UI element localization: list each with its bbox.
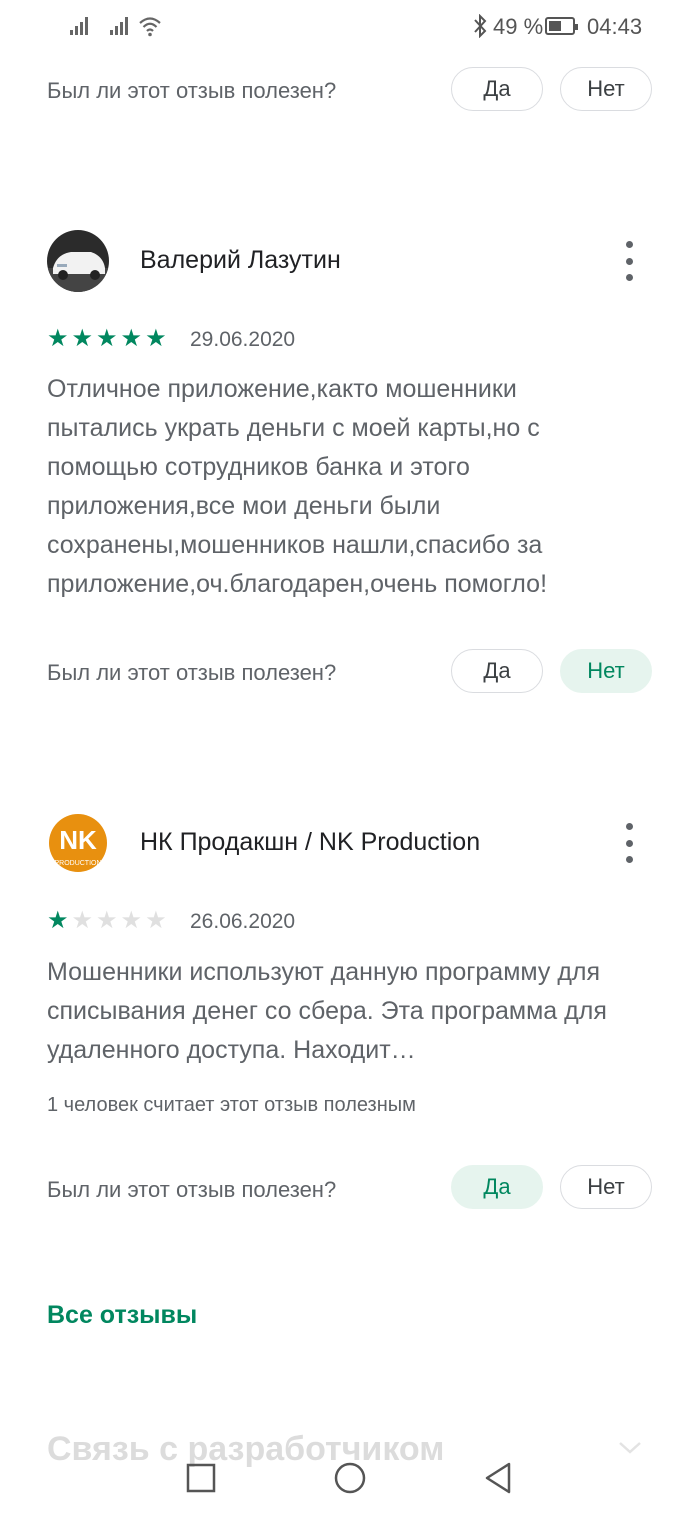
star-icon: ★ [145, 907, 167, 934]
star-icon: ★ [71, 907, 94, 934]
review-text[interactable]: Мошенники используют данную программу дл… [47, 953, 647, 1070]
helpful-question: Был ли этот отзыв полезен? [47, 1177, 337, 1202]
star-icon: ★ [47, 325, 69, 352]
system-nav-bar [0, 1440, 700, 1517]
avatar: NK PRODUCTION [47, 812, 109, 874]
helpful-no-button[interactable]: Нет [560, 1165, 652, 1209]
circle-icon[interactable] [333, 1461, 367, 1495]
wifi-icon [139, 17, 161, 37]
star-icon: ★ [145, 325, 167, 352]
review-text[interactable]: Отличное приложение,както мошенники пыта… [47, 370, 617, 604]
review-author: Валерий Лазутин [140, 246, 341, 274]
helpful-yes-button[interactable]: Да [451, 1165, 543, 1209]
star-icon: ★ [120, 325, 143, 352]
status-bar: 49 % 04:43 [0, 0, 700, 52]
star-rating: ★ ★ ★ ★ ★ [47, 909, 167, 933]
clock: 04:43 [587, 14, 643, 39]
review-date: 26.06.2020 [190, 910, 296, 933]
review-date: 29.06.2020 [190, 328, 296, 351]
star-icon: ★ [96, 907, 118, 934]
helpful-question: Был ли этот отзыв полезен? [47, 78, 337, 103]
helpful-question: Был ли этот отзыв полезен? [47, 660, 337, 685]
helpful-yes-button[interactable]: Да [451, 649, 543, 693]
star-icon: ★ [47, 907, 69, 934]
battery-percent: 49 % [493, 14, 544, 39]
star-icon: ★ [96, 325, 118, 352]
helpful-no-button[interactable]: Нет [560, 67, 652, 111]
star-icon: ★ [120, 907, 143, 934]
avatar-logo-subtext: PRODUCTION [54, 860, 101, 867]
signal-bars-icon [110, 17, 128, 35]
star-icon: ★ [71, 325, 94, 352]
bluetooth-icon [474, 14, 487, 38]
helpful-yes-button[interactable]: Да [451, 67, 543, 111]
triangle-back-icon[interactable] [482, 1461, 514, 1495]
square-icon[interactable] [185, 1462, 217, 1494]
star-rating: ★ ★ ★ ★ ★ [47, 327, 167, 351]
more-vert-icon[interactable] [624, 823, 634, 863]
signal-bars-icon [70, 17, 88, 35]
all-reviews-link[interactable]: Все отзывы [47, 1301, 197, 1330]
helpful-no-button[interactable]: Нет [560, 649, 652, 693]
more-vert-icon[interactable] [624, 241, 634, 281]
avatar-logo-text: NK [59, 825, 97, 855]
avatar [47, 230, 109, 292]
battery-icon [545, 17, 578, 35]
review-author: НК Продакшн / NK Production [140, 828, 481, 856]
helpful-count: 1 человек считает этот отзыв полезным [47, 1094, 416, 1116]
